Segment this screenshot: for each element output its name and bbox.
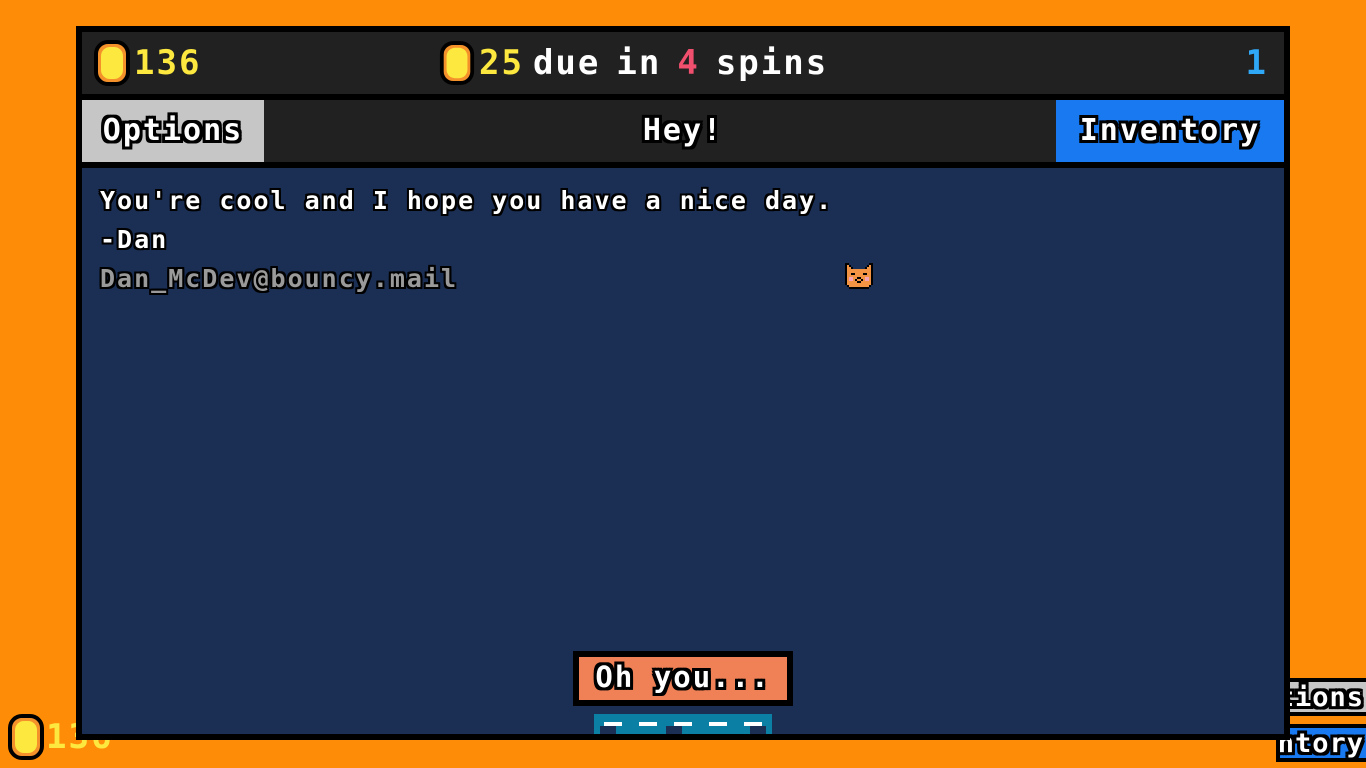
coin-icon <box>6 714 46 760</box>
message-footer: Oh you... <box>82 638 1284 734</box>
status-bar: 136 25 due in 4 spins 1 <box>82 32 1284 100</box>
window-title-label: Hey! <box>642 113 724 148</box>
due-coin-icon <box>438 41 476 85</box>
reply-button[interactable]: Oh you... <box>573 651 793 706</box>
spins-word: spins <box>715 43 829 83</box>
coin-counter: 136 <box>92 40 201 86</box>
coin-count: 136 <box>134 43 202 83</box>
menu-bar: Options Hey! Inventory <box>82 100 1284 168</box>
payment-due-indicator: 25 due in 4 spins <box>437 40 835 86</box>
due-word: due <box>532 43 601 83</box>
due-amount: 25 <box>479 43 524 83</box>
sender-address: Dan_McDev@bouncy.mail <box>100 260 1266 299</box>
options-label: Options <box>102 113 244 148</box>
in-word: in <box>616 43 662 83</box>
signature-text: -Dan <box>100 224 169 254</box>
options-button[interactable]: Options <box>82 100 264 162</box>
coin-icon <box>92 40 132 86</box>
sender-address-text: Dan_McDev@bouncy.mail <box>100 263 459 293</box>
message-body: You're cool and I hope you have a nice d… <box>82 168 1284 734</box>
inventory-label: Inventory <box>1079 113 1261 148</box>
message-line: You're cool and I hope you have a nice d… <box>100 182 1266 289</box>
cat-face-icon <box>843 185 875 289</box>
mail-window: 136 25 due in 4 spins 1 Options Hey! Inv… <box>76 26 1290 740</box>
reply-label: Oh you... <box>595 660 771 694</box>
spins-remaining-count: 4 <box>677 43 700 83</box>
scroll-bar-icon[interactable] <box>594 714 772 734</box>
level-indicator: 1 <box>1245 43 1268 83</box>
inventory-button[interactable]: Inventory <box>1056 100 1284 162</box>
message-signature: -Dan <box>100 221 1266 260</box>
message-text: You're cool and I hope you have a nice d… <box>100 186 834 215</box>
